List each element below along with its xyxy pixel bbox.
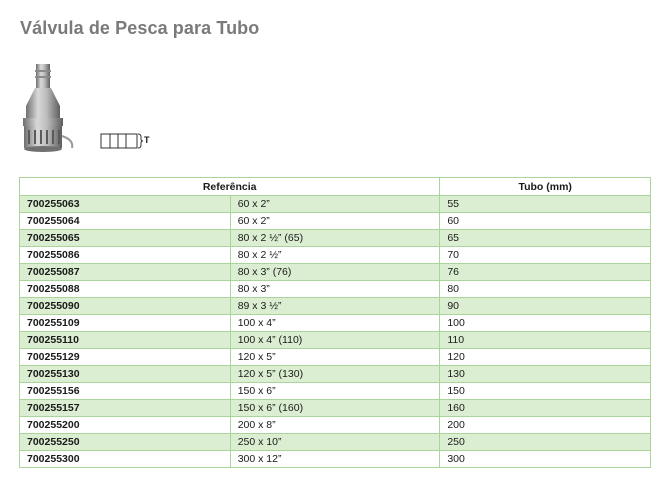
product-table: Referência Tubo (mm) 700255063 60 x 2” 5… <box>18 177 651 468</box>
size-cell: 80 x 2 ½” <box>229 246 441 264</box>
table-row: 700255086 80 x 2 ½” 70 <box>19 246 651 264</box>
table-header-row: Referência Tubo (mm) <box>18 177 651 196</box>
tube-cell: 60 <box>439 212 651 230</box>
tube-cell: 70 <box>439 246 651 264</box>
reference-cell: 700255300 <box>19 450 231 468</box>
tube-cell: 65 <box>439 229 651 247</box>
table-row: 700255250 250 x 10” 250 <box>19 433 651 451</box>
reference-cell: 700255200 <box>19 416 231 434</box>
size-cell: 250 x 10” <box>229 433 441 451</box>
reference-cell: 700255156 <box>19 382 231 400</box>
table-row: 700255109 100 x 4” 100 <box>19 314 651 332</box>
tube-cell: 300 <box>439 450 651 468</box>
header-tubo: Tubo (mm) <box>439 177 651 196</box>
reference-cell: 700255065 <box>19 229 231 247</box>
size-cell: 200 x 8” <box>229 416 441 434</box>
dimension-symbol: T <box>100 130 152 152</box>
reference-cell: 700255063 <box>19 195 231 213</box>
reference-cell: 700255088 <box>19 280 231 298</box>
table-row: 700255063 60 x 2” 55 <box>19 195 651 213</box>
table-row: 700255130 120 x 5” (130) 130 <box>19 365 651 383</box>
tube-cell: 110 <box>439 331 651 349</box>
reference-cell: 700255086 <box>19 246 231 264</box>
reference-cell: 700255110 <box>19 331 231 349</box>
table-row: 700255157 150 x 6” (160) 160 <box>19 399 651 417</box>
reference-cell: 700255130 <box>19 365 231 383</box>
tube-cell: 250 <box>439 433 651 451</box>
size-cell: 89 x 3 ½” <box>229 297 441 315</box>
reference-cell: 700255250 <box>19 433 231 451</box>
reference-cell: 700255109 <box>19 314 231 332</box>
table-row: 700255090 89 x 3 ½” 90 <box>19 297 651 315</box>
reference-cell: 700255157 <box>19 399 231 417</box>
dimension-label: T <box>144 135 150 145</box>
size-cell: 120 x 5” <box>229 348 441 366</box>
tube-cell: 150 <box>439 382 651 400</box>
size-cell: 300 x 12” <box>229 450 441 468</box>
table-row: 700255110 100 x 4” (110) 110 <box>19 331 651 349</box>
tube-cell: 76 <box>439 263 651 281</box>
size-cell: 150 x 6” (160) <box>229 399 441 417</box>
reference-cell: 700255129 <box>19 348 231 366</box>
table-row: 700255064 60 x 2” 60 <box>19 212 651 230</box>
table-row: 700255300 300 x 12” 300 <box>19 450 651 468</box>
reference-cell: 700255090 <box>19 297 231 315</box>
tube-cell: 90 <box>439 297 651 315</box>
tube-cell: 80 <box>439 280 651 298</box>
tube-cell: 200 <box>439 416 651 434</box>
tube-cell: 130 <box>439 365 651 383</box>
size-cell: 60 x 2” <box>229 195 441 213</box>
tube-cell: 120 <box>439 348 651 366</box>
table-row: 700255065 80 x 2 ½” (65) 65 <box>19 229 651 247</box>
size-cell: 100 x 4” <box>229 314 441 332</box>
tube-cell: 100 <box>439 314 651 332</box>
table-row: 700255087 80 x 3” (76) 76 <box>19 263 651 281</box>
tube-cell: 160 <box>439 399 651 417</box>
header-referencia: Referência <box>18 177 441 196</box>
table-row: 700255088 80 x 3” 80 <box>19 280 651 298</box>
table-row: 700255129 120 x 5” 120 <box>19 348 651 366</box>
reference-cell: 700255064 <box>19 212 231 230</box>
reference-cell: 700255087 <box>19 263 231 281</box>
page-title: Válvula de Pesca para Tubo <box>20 18 260 38</box>
size-cell: 100 x 4” (110) <box>229 331 441 349</box>
size-cell: 150 x 6” <box>229 382 441 400</box>
size-cell: 60 x 2” <box>229 212 441 230</box>
foot-valve-image <box>23 64 74 152</box>
size-cell: 80 x 2 ½” (65) <box>229 229 441 247</box>
size-cell: 80 x 3” <box>229 280 441 298</box>
table-row: 700255156 150 x 6” 150 <box>19 382 651 400</box>
table-row: 700255200 200 x 8” 200 <box>19 416 651 434</box>
size-cell: 80 x 3” (76) <box>229 263 441 281</box>
tube-cell: 55 <box>439 195 651 213</box>
size-cell: 120 x 5” (130) <box>229 365 441 383</box>
